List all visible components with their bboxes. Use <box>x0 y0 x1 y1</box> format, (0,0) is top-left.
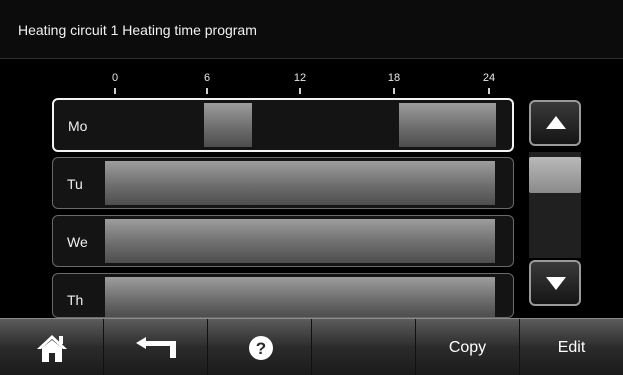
day-label: Th <box>67 292 84 308</box>
tick-mark <box>488 88 490 94</box>
back-arrow-icon <box>136 337 176 358</box>
day-row-th[interactable]: Th <box>52 273 514 318</box>
heating-period-bar <box>105 219 495 263</box>
time-track <box>106 103 496 147</box>
day-label: Mo <box>68 118 88 134</box>
svg-text:?: ? <box>256 339 266 358</box>
heating-program-screen: Heating circuit 1 Heating time program 0… <box>0 0 623 375</box>
tick-label-0: 0 <box>111 72 119 84</box>
tick-mark <box>299 88 301 94</box>
scroll-thumb[interactable] <box>529 157 581 193</box>
page-title: Heating circuit 1 Heating time program <box>18 22 257 38</box>
tick-mark <box>206 88 208 94</box>
scroll-up-button[interactable] <box>529 100 581 146</box>
day-row-mo[interactable]: Mo <box>52 98 514 152</box>
empty-slot <box>312 319 416 375</box>
day-row-tu[interactable]: Tu <box>52 157 514 209</box>
time-track <box>105 277 495 317</box>
tick-label-18: 18 <box>387 72 401 84</box>
edit-label: Edit <box>557 339 586 356</box>
day-label: Tu <box>67 176 83 192</box>
arrow-down-icon <box>546 277 566 290</box>
tick-label-6: 6 <box>203 72 211 84</box>
tick-mark <box>393 88 395 94</box>
bottom-toolbar: ? Copy Edit <box>0 318 623 375</box>
day-row-we[interactable]: We <box>52 215 514 267</box>
title-bar: Heating circuit 1 Heating time program <box>0 0 623 59</box>
heating-period-bar <box>105 161 495 205</box>
time-track <box>105 219 495 263</box>
day-label: We <box>67 234 88 250</box>
time-track <box>105 161 495 205</box>
time-axis: 0 6 12 18 24 <box>0 58 623 98</box>
heating-period-bar <box>398 103 496 147</box>
edit-button[interactable]: Edit <box>520 319 623 375</box>
heating-period-bar <box>203 103 253 147</box>
copy-button[interactable]: Copy <box>416 319 520 375</box>
back-button[interactable] <box>104 319 208 375</box>
tick-label-24: 24 <box>482 72 496 84</box>
tick-mark <box>114 88 116 94</box>
help-icon: ? <box>249 336 273 360</box>
heating-period-bar <box>105 277 495 317</box>
tick-label-12: 12 <box>293 72 307 84</box>
home-button[interactable] <box>0 319 104 375</box>
home-icon <box>37 335 67 362</box>
help-button[interactable]: ? <box>208 319 312 375</box>
copy-label: Copy <box>448 339 487 356</box>
scroll-down-button[interactable] <box>529 260 581 306</box>
arrow-up-icon <box>546 116 566 129</box>
